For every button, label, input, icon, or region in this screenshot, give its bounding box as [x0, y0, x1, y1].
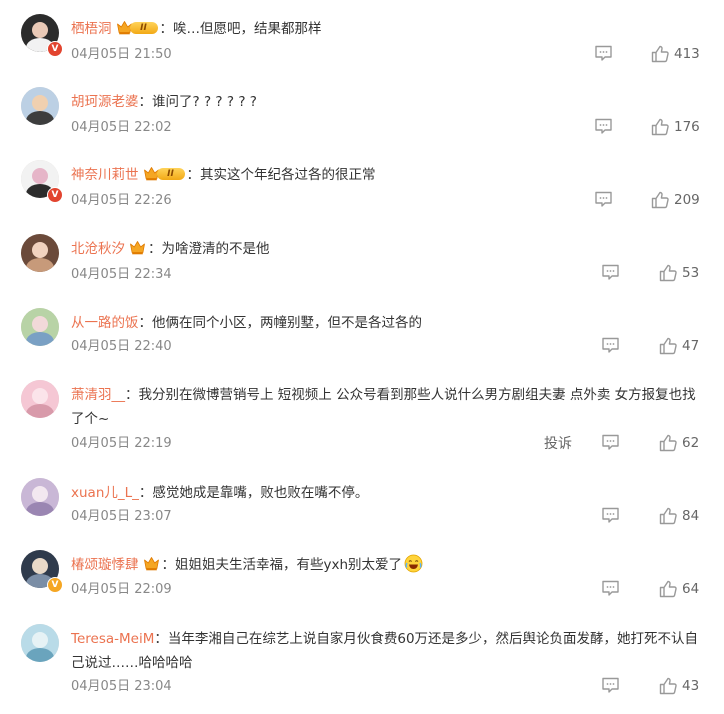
username-link[interactable]: 栖梧洞	[71, 21, 112, 37]
comment-content: xuan儿_L_：感觉她成是靠嘴，败也败在嘴不停。	[71, 481, 706, 505]
comment-content: Teresa-MeiM：当年李湘自己在综艺上说自家月伙食费60万还是多少，然后舆…	[71, 627, 706, 675]
comment-text: 姐姐姐夫生活幸福，有些yxh别太爱了	[175, 557, 403, 573]
comment-reply-icon[interactable]	[601, 507, 620, 528]
avatar[interactable]	[21, 308, 59, 346]
comment-list: V 栖梧洞 II ：唉…但愿吧，结果都那样 04月05日 21:50 413 胡珂源老…	[0, 0, 724, 714]
comment-text: 他俩在同个小区，两幢别墅，但不是各过各的	[152, 315, 422, 331]
thumbs-up-icon	[659, 264, 678, 286]
avatar[interactable]	[21, 624, 59, 662]
timestamp: 04月05日 22:09	[71, 582, 172, 597]
comment-text: 为啥澄清的不是他	[161, 241, 270, 257]
like-count: 43	[682, 678, 700, 694]
thumbs-up-icon	[651, 191, 670, 213]
comment-content: 神奈川莉世 II ：其实这个年纪各过各的很正常	[71, 163, 706, 187]
comment-item: V 栖梧洞 II ：唉…但愿吧，结果都那样 04月05日 21:50 413	[0, 14, 724, 69]
timestamp: 04月05日 22:02	[71, 120, 172, 135]
thumbs-up-icon	[659, 677, 678, 699]
timestamp: 04月05日 23:04	[71, 679, 172, 694]
comment-content: 萧清羽__：我分别在微博营销号上 短视频上 公众号看到那些人说什么男方剧组夫妻 …	[71, 383, 706, 431]
comment-reply-icon[interactable]	[594, 191, 613, 212]
crown-level-badge: II	[116, 19, 158, 36]
like-count: 64	[682, 581, 700, 597]
thumbs-up-icon	[659, 337, 678, 359]
like-count: 53	[682, 265, 700, 281]
comment-colon: ：	[154, 631, 168, 647]
crown-icon	[129, 239, 146, 256]
comment-text: 我分别在微博营销号上 短视频上 公众号看到那些人说什么男方剧组夫妻 点外卖 女方…	[71, 387, 696, 427]
timestamp: 04月05日 22:40	[71, 339, 172, 354]
thumbs-up-icon	[651, 118, 670, 140]
verified-v-badge: V	[47, 41, 63, 57]
crown-level-badge: II	[143, 165, 185, 182]
like-count: 62	[682, 435, 700, 451]
comment-reply-icon[interactable]	[601, 434, 620, 455]
thumbs-up-icon	[659, 434, 678, 456]
comment-text: 感觉她成是靠嘴，败也败在嘴不停。	[152, 485, 369, 501]
comment-item: Teresa-MeiM：当年李湘自己在综艺上说自家月伙食费60万还是多少，然后舆…	[0, 624, 724, 701]
timestamp: 04月05日 23:07	[71, 509, 172, 524]
comment-content: 北沧秋汐 ：为啥澄清的不是他	[71, 237, 706, 261]
comment-colon: ：	[159, 21, 174, 37]
comment-content: 椿颂璇悸肆 ：姐姐姐夫生活幸福，有些yxh别太爱了	[71, 553, 706, 577]
comment-reply-icon[interactable]	[601, 580, 620, 601]
like-count: 47	[682, 338, 700, 354]
comment-reply-icon[interactable]	[594, 45, 613, 66]
comment-colon: ：	[125, 387, 139, 403]
username-link[interactable]: xuan儿_L_	[71, 485, 139, 501]
laugh-cry-emoji	[404, 554, 423, 573]
username-link[interactable]: 从一路的饭	[71, 315, 139, 331]
comment-text: 谁问了? ? ? ? ? ?	[152, 94, 257, 110]
comment-reply-icon[interactable]	[601, 337, 620, 358]
comment-colon: ：	[161, 557, 176, 573]
username-link[interactable]: 神奈川莉世	[71, 167, 139, 183]
thumbs-up-icon	[659, 580, 678, 602]
username-link[interactable]: 北沧秋汐	[71, 241, 125, 257]
timestamp: 04月05日 21:50	[71, 47, 172, 62]
avatar[interactable]	[21, 234, 59, 272]
verified-v-badge: V	[47, 187, 63, 203]
comment-item: 胡珂源老婆：谁问了? ? ? ? ? ? 04月05日 22:02 176	[0, 87, 724, 142]
timestamp: 04月05日 22:34	[71, 267, 172, 282]
avatar[interactable]	[21, 380, 59, 418]
like-count: 176	[674, 119, 700, 135]
comment-reply-icon[interactable]	[594, 118, 613, 139]
like-count: 84	[682, 508, 700, 524]
comment-text: 唉…但愿吧，结果都那样	[173, 21, 322, 37]
comment-reply-icon[interactable]	[601, 264, 620, 285]
comment-content: 栖梧洞 II ：唉…但愿吧，结果都那样	[71, 17, 706, 41]
comment-item: 萧清羽__：我分别在微博营销号上 短视频上 公众号看到那些人说什么男方剧组夫妻 …	[0, 380, 724, 458]
comment-item: 从一路的饭：他俩在同个小区，两幢别墅，但不是各过各的 04月05日 22:40 4…	[0, 308, 724, 361]
comment-colon: ：	[138, 315, 153, 331]
comment-colon: ：	[186, 167, 201, 183]
comment-text: 其实这个年纪各过各的很正常	[200, 167, 376, 183]
crown-icon	[143, 555, 160, 572]
like-count: 209	[674, 192, 700, 208]
username-link[interactable]: 萧清羽__	[71, 387, 125, 403]
username-link[interactable]: Teresa-MeiM	[71, 631, 154, 647]
thumbs-up-icon	[659, 507, 678, 529]
like-count: 413	[674, 46, 700, 62]
comment-reply-icon[interactable]	[601, 677, 620, 698]
report-button[interactable]: 投诉	[544, 433, 572, 453]
thumbs-up-icon	[651, 45, 670, 67]
comment-item: 北沧秋汐 ：为啥澄清的不是他 04月05日 22:34 53	[0, 234, 724, 288]
avatar[interactable]	[21, 87, 59, 125]
comment-item: V 神奈川莉世 II ：其实这个年纪各过各的很正常 04月05日 22:26 209	[0, 160, 724, 215]
comment-content: 胡珂源老婆：谁问了? ? ? ? ? ?	[71, 90, 706, 114]
comment-colon: ：	[148, 241, 162, 257]
timestamp: 04月05日 22:19	[71, 436, 172, 451]
verified-v-badge: V	[47, 577, 63, 593]
comment-colon: ：	[138, 94, 153, 110]
avatar[interactable]	[21, 478, 59, 516]
comment-item: xuan儿_L_：感觉她成是靠嘴，败也败在嘴不停。 04月05日 23:07 84	[0, 478, 724, 531]
comment-colon: ：	[138, 485, 153, 501]
comment-item: V 椿颂璇悸肆 ：姐姐姐夫生活幸福，有些yxh别太爱了 04月05日 22:09 …	[0, 550, 724, 604]
comment-content: 从一路的饭：他俩在同个小区，两幢别墅，但不是各过各的	[71, 311, 706, 335]
username-link[interactable]: 椿颂璇悸肆	[71, 557, 139, 573]
timestamp: 04月05日 22:26	[71, 193, 172, 208]
username-link[interactable]: 胡珂源老婆	[71, 94, 139, 110]
